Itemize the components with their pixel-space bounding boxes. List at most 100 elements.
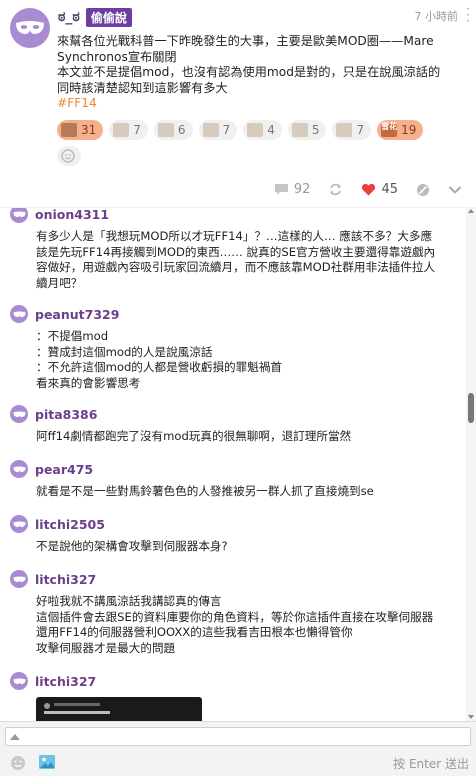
comment-header: pear475	[10, 459, 465, 479]
eyes-emoji-icon	[336, 123, 353, 137]
commenter-name[interactable]: peanut7329	[35, 307, 119, 322]
add-reaction-button[interactable]	[57, 146, 81, 166]
add-reaction-icon	[61, 149, 75, 163]
reaction-pill[interactable]: 7	[332, 120, 372, 140]
image-icon	[39, 755, 55, 769]
post-body: 來幫各位光戰科普一下昨晚發生的大事，主要是歐美MOD圈——Mare Synchr…	[57, 34, 467, 112]
face-photo-emoji-icon	[291, 123, 308, 137]
comment-item: pear475 就看是不是一些對馬鈴薯色色的人發推被另一群人抓了直接燒到se	[10, 459, 465, 500]
send-hint: 按 Enter 送出	[393, 757, 469, 771]
image-upload-button[interactable]	[38, 754, 56, 774]
mask-icon	[12, 465, 26, 472]
reaction-pill[interactable]: 7	[109, 120, 148, 140]
more-options-icon[interactable]: · · ·	[466, 3, 470, 27]
comment-line: 還用FF14的伺服器營利OOXX的這些我看吉田根本也懶得管你	[36, 625, 353, 639]
comment-line: 不是說他的架構會攻擊到伺服器本身?	[36, 539, 228, 553]
author-avatar[interactable]	[10, 8, 50, 48]
comment-line: 就看是不是一些對馬鈴薯色色的人發推被另一群人抓了直接燒到se	[36, 484, 374, 498]
commenter-avatar[interactable]	[10, 672, 28, 690]
comment-item: litchi2505 不是說他的架構會攻擊到伺服器本身?	[10, 514, 465, 555]
emoji-icon	[11, 756, 25, 770]
collapse-button[interactable]	[448, 185, 462, 195]
hashtag-link[interactable]: #FF14	[57, 96, 467, 112]
comment-item: litchi327	[10, 671, 465, 721]
comment-body: 阿ff14劇情都跑完了沒有mod玩真的很無聊啊，退訂理所當然	[36, 429, 465, 445]
reaction-pill[interactable]: 31	[57, 120, 104, 140]
comment-composer: 按 Enter 送出	[0, 721, 476, 776]
mask-icon	[12, 520, 26, 527]
thinking-sketch-emoji-icon	[113, 123, 130, 137]
comment-item: litchi327 好啦我就不講風涼話我講認真的傳言 這個插件會去跟SE的資料庫…	[10, 569, 465, 656]
reaction-pill[interactable]: 5	[287, 120, 327, 140]
mask-icon	[12, 677, 26, 684]
heart-icon	[362, 183, 376, 196]
reaction-bar: 31 7 6 7 4 5 7 雪花 19	[57, 120, 437, 166]
repost-button[interactable]	[328, 183, 343, 196]
scroll-down-icon[interactable]	[468, 715, 474, 719]
comment-input[interactable]	[5, 727, 471, 746]
scrollbar[interactable]	[466, 207, 476, 721]
comment-line: 攻擊伺服器才是最大的問題	[36, 640, 176, 655]
text-sticker-icon: 雪花	[381, 123, 398, 137]
like-button[interactable]: 45	[361, 182, 398, 197]
text-reaction-pill[interactable]: 雪花 19	[377, 120, 424, 140]
post-actions: 92 45	[274, 182, 462, 197]
comment-header: onion4311	[10, 208, 465, 224]
commenter-name[interactable]: litchi2505	[35, 517, 105, 532]
expand-composer-icon[interactable]	[10, 734, 20, 740]
scribble-emoji-icon	[157, 123, 174, 137]
commenter-name[interactable]: pita8386	[35, 407, 97, 422]
scrollbar-thumb[interactable]	[468, 393, 474, 423]
comment-line: 看來真的會影響思考	[36, 375, 141, 390]
post-card: ಠ_ಠ 偷偷說 7 小時前 · · · 來幫各位光戰科普一下昨晚發生的大事，主要是歐…	[0, 0, 476, 207]
reaction-pill[interactable]: 7	[198, 120, 238, 140]
comment-count-button[interactable]: 92	[274, 182, 310, 197]
reaction-pill[interactable]: 4	[243, 120, 282, 140]
comment-body: 好啦我就不講風涼話我講認真的傳言 這個插件會去跟SE的資料庫要你的角色資料，等於…	[36, 594, 465, 656]
comment-body: 有多少人是「我想玩MOD所以才玩FF14」？…這樣的人… 應該不多？大多應 該是…	[36, 229, 465, 291]
photo-emoji-icon	[247, 123, 264, 137]
reaction-pill[interactable]: 6	[153, 120, 193, 140]
post-header: ಠ_ಠ 偷偷說	[58, 7, 132, 27]
post-author[interactable]: ಠ_ಠ	[58, 9, 80, 25]
commenter-avatar[interactable]	[10, 305, 28, 323]
mask-icon	[12, 575, 26, 582]
comment-line: 好啦我就不講風涼話我講認真的傳言	[36, 594, 222, 608]
comment-header: litchi2505	[10, 514, 465, 534]
comment-bubble-icon	[274, 184, 288, 195]
commenter-avatar[interactable]	[10, 570, 28, 588]
comment-line: ：贊成封這個mod的人是說風涼話	[36, 344, 213, 359]
commenter-name[interactable]: litchi327	[35, 674, 96, 689]
comment-line: 續月吧？	[36, 275, 83, 290]
comment-line: ：不允許這個mod的人都是營收虧損的罪魁禍首	[36, 360, 283, 374]
commenter-avatar[interactable]	[10, 460, 28, 478]
repost-icon	[330, 183, 342, 196]
emoji-button[interactable]	[10, 755, 26, 775]
comment-line: 這個插件會去跟SE的資料庫要你的角色資料，等於你這插件直接在攻擊伺服器	[36, 609, 434, 624]
cat-photo-emoji-icon	[61, 123, 77, 137]
scroll-up-icon[interactable]	[468, 209, 474, 213]
image-attachment[interactable]	[36, 697, 202, 721]
commenter-name[interactable]: onion4311	[35, 208, 109, 222]
board-tag[interactable]: 偷偷說	[85, 7, 132, 27]
comment-header: litchi327	[10, 671, 465, 691]
mask-icon	[12, 210, 26, 217]
mask-icon	[12, 410, 26, 417]
report-button[interactable]	[416, 183, 430, 197]
comment-body: ：不提倡mod ：贊成封這個mod的人是說風涼話 ：不允許這個mod的人都是營收…	[36, 329, 465, 391]
post-time: 7 小時前	[414, 10, 459, 23]
comment-line: 有多少人是「我想玩MOD所以才玩FF14」？…這樣的人… 應該不多？大多應	[36, 229, 433, 243]
comment-line: 阿ff14劇情都跑完了沒有mod玩真的很無聊啊，退訂理所當然	[36, 429, 352, 443]
commenter-avatar[interactable]	[10, 405, 28, 423]
commenter-name[interactable]: pear475	[35, 462, 93, 477]
commenter-avatar[interactable]	[10, 515, 28, 533]
commenter-name[interactable]: litchi327	[35, 572, 96, 587]
post-line: 同時該清楚認知到這影響有多大	[57, 80, 228, 95]
post-line: 來幫各位光戰科普一下昨晚發生的大事，主要是歐美MOD圈——Mare	[57, 34, 434, 48]
comment-list: onion4311 有多少人是「我想玩MOD所以才玩FF14」？…這樣的人… 應…	[0, 207, 476, 721]
commenter-avatar[interactable]	[10, 208, 28, 223]
comment-body: 就看是不是一些對馬鈴薯色色的人發推被另一群人抓了直接燒到se	[36, 484, 465, 500]
comment-item: pita8386 阿ff14劇情都跑完了沒有mod玩真的很無聊啊，退訂理所當然	[10, 404, 465, 445]
chevron-down-icon	[448, 185, 462, 194]
block-icon	[417, 183, 429, 196]
